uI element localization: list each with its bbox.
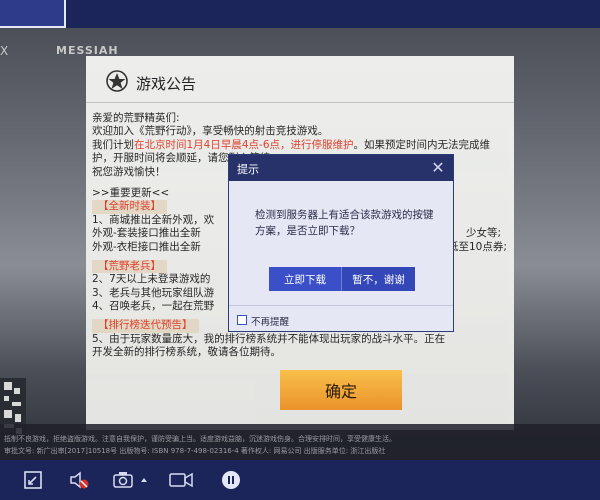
pause-icon[interactable] xyxy=(220,469,242,491)
health-notice-text: 抵制不良游戏，拒绝盗版游戏。注意自我保护，谨防受骗上当。适度游戏益脑，沉迷游戏伤… xyxy=(4,435,396,443)
not-now-button[interactable]: 暂不，谢谢 xyxy=(341,267,415,291)
emulator-window: X MESSIAH 游戏公告 亲爱的荒野精英们: 欢迎加入《荒野行动》，享受畅快… xyxy=(0,0,600,500)
section-veteran-label: 【荒野老兵】 xyxy=(92,259,167,274)
announcement-divider xyxy=(86,102,514,103)
download-now-button[interactable]: 立即下载 xyxy=(269,267,341,291)
emulator-tab[interactable] xyxy=(0,0,66,28)
dialog-titlebar: 提示 ✕ xyxy=(229,155,453,181)
dialog-title: 提示 xyxy=(237,163,259,176)
confirm-button[interactable]: 确定 xyxy=(280,370,402,410)
section-fashion-label: 【全新时装】 xyxy=(92,200,167,214)
ranking-item-2: 开发全新的排行榜系统，敬请各位期待。 xyxy=(92,346,281,359)
approval-text: 审批文号: 新广出审[2017]10518号 出版物号: ISBN 978-7-… xyxy=(4,447,386,455)
section-ranking-label: 【排行榜迭代预告】 xyxy=(92,319,199,333)
screenshot-dropdown-icon[interactable] xyxy=(138,469,150,491)
announcement-title: 游戏公告 xyxy=(136,75,197,93)
emulator-toolbar xyxy=(0,460,600,500)
fashion-item-3b: 低至10点券; xyxy=(448,240,507,253)
dialog-divider xyxy=(229,305,453,306)
record-icon[interactable] xyxy=(168,469,194,491)
health-notice-strip: 抵制不良游戏，拒绝盗版游戏。注意自我保护，谨防受骗上当。适度游戏益脑，沉迷游戏伤… xyxy=(0,424,600,460)
maintenance-line: 我们计划在北京时间1月4日早晨4点-6点，进行停服维护。如果预定时间内无法完成维 xyxy=(92,139,510,152)
fashion-item-2a: 外观-套装接口推出全新 xyxy=(92,227,201,240)
dont-remind-checkbox[interactable] xyxy=(237,315,247,325)
mute-icon[interactable] xyxy=(68,469,90,491)
announcement-header: 游戏公告 xyxy=(86,56,514,106)
game-logo-fragment: X xyxy=(0,44,9,58)
maintenance-tail: 。如果预定时间内无法完成维 xyxy=(353,138,491,151)
delay-text: 护，开服时间将会顺延， xyxy=(92,152,208,165)
emblem-icon xyxy=(106,70,128,92)
emulator-top-bar xyxy=(0,0,600,28)
fashion-item-2b: 少女等; xyxy=(466,227,502,240)
ranking-item-1a: 5、由于玩家数量庞大，我 xyxy=(92,332,215,345)
maintenance-lead: 我们计划 xyxy=(92,138,134,151)
screenshot-icon[interactable] xyxy=(112,469,134,491)
fullscreen-icon[interactable] xyxy=(22,469,44,491)
ranking-item-1: 5、由于玩家数量庞大，我的排行榜系统并不能体现出玩家的战斗水平。正在 xyxy=(92,333,510,346)
greeting-line: 亲爱的荒野精英们: xyxy=(92,112,180,124)
maintenance-time: 在北京时间1月4日早晨4点-6点，进行停服维护 xyxy=(134,138,354,151)
close-icon[interactable]: ✕ xyxy=(427,157,449,179)
fashion-item-3a: 外观-衣柜接口推出全新 xyxy=(92,240,201,253)
ranking-item-1b: 的排行榜系统并不能体现出玩家的战斗水平。正在 xyxy=(214,332,446,345)
keymap-dialog: 提示 ✕ 检测到服务器上有适合该款游戏的按键方案，是否立即下载？ 立即下载 暂不… xyxy=(228,154,454,332)
dialog-message: 检测到服务器上有适合该款游戏的按键方案，是否立即下载？ xyxy=(255,209,434,237)
dont-remind-label: 不再提醒 xyxy=(251,317,290,328)
welcome-line: 欢迎加入《荒野行动》，享受畅快的射击竞技游戏。 xyxy=(92,125,329,138)
